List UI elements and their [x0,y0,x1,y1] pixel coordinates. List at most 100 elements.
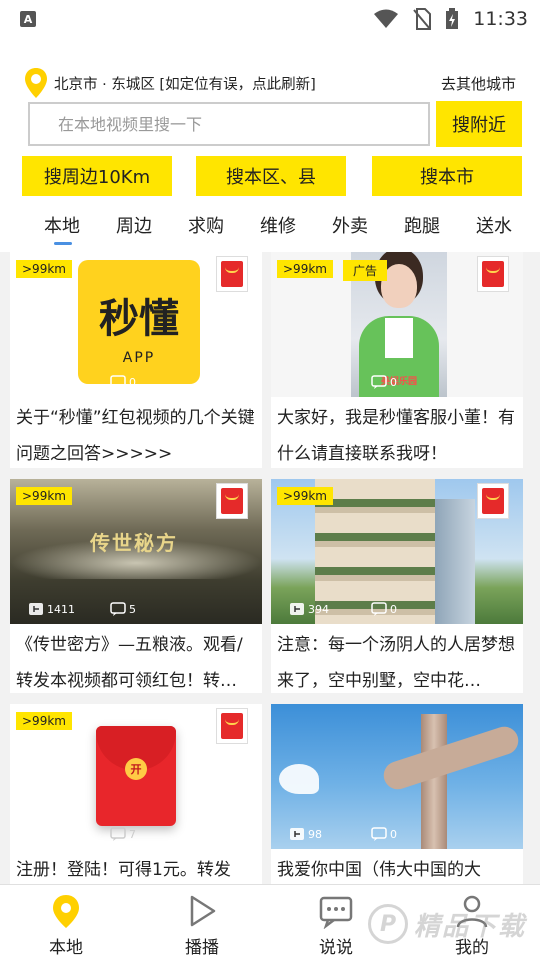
no-sim-icon [413,8,432,30]
video-thumbnail[interactable]: 98 0 [271,704,523,849]
video-card[interactable]: 传世秘方 1411 5 >99km 《传世密方》—五粮液。观看/转发本视频都可领… [10,479,262,693]
location-row: 北京市 · 东城区 [如定位有误，点此刷新] 去其他城市 [24,68,516,98]
thumb-title-text: 传世秘方 [90,531,178,555]
comment-count-value: 0 [129,375,136,389]
hand-pointer-icon [290,828,304,840]
comment-icon [110,602,126,616]
tab-local[interactable]: 本地 [44,212,80,238]
red-envelope-image: 开 [96,726,176,826]
search-10km-button[interactable]: 搜周边10Km [22,156,172,196]
video-title[interactable]: 注意：每一个汤阴人的人居梦想来了，空中别墅，空中花… [277,627,517,693]
nav-label: 播播 [185,938,219,958]
presenter-shirt [385,318,413,358]
nav-local[interactable]: 本地 [26,893,106,958]
tab-water-delivery[interactable]: 送水 [476,212,512,238]
hand-pointer-icon [29,603,43,615]
red-packet-icon [482,261,504,287]
video-card[interactable]: 秒懂 APP 0 >99km 关于“秒懂”红包视频的几个关键问题之回答>>>>> [10,252,262,468]
like-count-value: 98 [308,827,322,841]
location-pin-icon[interactable] [24,67,48,99]
comment-count-value: 0 [390,827,397,841]
watermark-text: 精品下载 [414,911,527,942]
red-packet-icon [221,713,243,739]
video-title[interactable]: 《传世密方》—五粮液。观看/转发本视频都可领红包！转… [16,627,256,693]
comment-count: 0 [371,602,397,616]
comment-count-value: 0 [390,602,397,616]
play-icon [190,895,216,927]
distance-badge: >99km [16,487,72,505]
like-count: 1411 [28,602,75,616]
chat-bubble-icon [319,896,353,929]
red-packet-icon [221,261,243,287]
status-icons: 11:33 [373,8,528,30]
video-title[interactable]: 我爱你中国（伟大中国的大 [277,852,517,886]
video-card[interactable]: 开 7 >99km 注册！登陆！可得1元。转发 [10,704,262,886]
comment-icon [110,827,126,841]
comment-count: 0 [371,375,397,389]
logo-text: 秒懂 [99,296,179,342]
comment-icon [371,602,387,616]
nav-label: 说说 [319,938,353,958]
search-city-button[interactable]: 搜本市 [372,156,522,196]
video-card[interactable]: 394 0 >99km 注意：每一个汤阴人的人居梦想来了，空中别墅，空中花… [271,479,523,693]
search-nearby-button[interactable]: 搜附近 [436,101,522,147]
tab-errand[interactable]: 跑腿 [404,212,440,238]
video-title[interactable]: 注册！登陆！可得1元。转发 [16,852,256,886]
header: 北京市 · 东城区 [如定位有误，点此刷新] 去其他城市 搜附近 搜周边10Km… [0,38,540,252]
battery-charging-icon [446,8,459,29]
app-notification-icon: A [20,11,36,27]
tab-repair[interactable]: 维修 [260,212,296,238]
clock: 11:33 [473,8,528,30]
comment-count-value: 0 [390,375,397,389]
nav-talk[interactable]: 说说 [296,893,376,958]
search-district-button[interactable]: 搜本区、县 [196,156,346,196]
video-title[interactable]: 关于“秒懂”红包视频的几个关键问题之回答>>>>> [16,400,256,468]
video-card[interactable]: 美娱乐园 0 >99km 广告 大家好，我是秒懂客服小董！有什么请直接联系我呀！ [271,252,523,468]
video-card[interactable]: 98 0 我爱你中国（伟大中国的大 [271,704,523,886]
category-tabs: 本地 周边 求购 维修 外卖 跑腿 送水 [0,206,540,246]
search-input[interactable] [58,114,428,134]
comment-count-value: 5 [129,602,136,616]
like-count: 98 [289,827,322,841]
red-packet-button[interactable] [477,256,509,292]
tab-takeout[interactable]: 外卖 [332,212,368,238]
active-tab-indicator [54,242,72,245]
huabiao-column [421,714,447,849]
red-packet-icon [221,488,243,514]
like-count-value: 1411 [47,602,75,616]
comment-count: 0 [110,375,136,389]
white-dove [279,764,319,794]
comment-icon [371,827,387,841]
comment-icon [110,375,126,389]
video-title[interactable]: 大家好，我是秒懂客服小董！有什么请直接联系我呀！ [277,400,517,468]
huabiao-cloud-board [380,723,522,793]
glass-tower [435,499,475,624]
status-bar: A 11:33 [0,0,540,38]
hand-pointer-icon [290,603,304,615]
red-packet-button[interactable] [216,256,248,292]
other-city-link[interactable]: 去其他城市 [441,73,516,94]
distance-badge: >99km [277,487,333,505]
comment-icon [371,375,387,389]
comment-count-value: 7 [129,827,136,841]
nav-broadcast[interactable]: 播播 [162,893,242,958]
comment-count: 5 [110,602,136,616]
red-packet-icon [482,488,504,514]
red-packet-button[interactable] [216,708,248,744]
ad-badge: 广告 [343,260,388,281]
logo-subtext: APP [122,350,156,366]
tab-nearby[interactable]: 周边 [116,212,152,238]
miaodong-app-logo: 秒懂 APP [78,260,200,384]
comment-count: 0 [371,827,397,841]
search-field[interactable] [28,102,430,146]
distance-badge: >99km [16,712,72,730]
red-packet-button[interactable] [477,483,509,519]
watermark-logo: P [368,904,408,944]
bottom-navigation: 本地 播播 说说 我的 P 精品下载 [0,884,540,960]
location-pin-icon [53,895,79,928]
current-location-refresh[interactable]: 北京市 · 东城区 [如定位有误，点此刷新] [54,73,316,94]
like-count-value: 394 [308,602,329,616]
red-packet-button[interactable] [216,483,248,519]
tab-wanted[interactable]: 求购 [188,212,224,238]
distance-badge: >99km [277,260,333,278]
